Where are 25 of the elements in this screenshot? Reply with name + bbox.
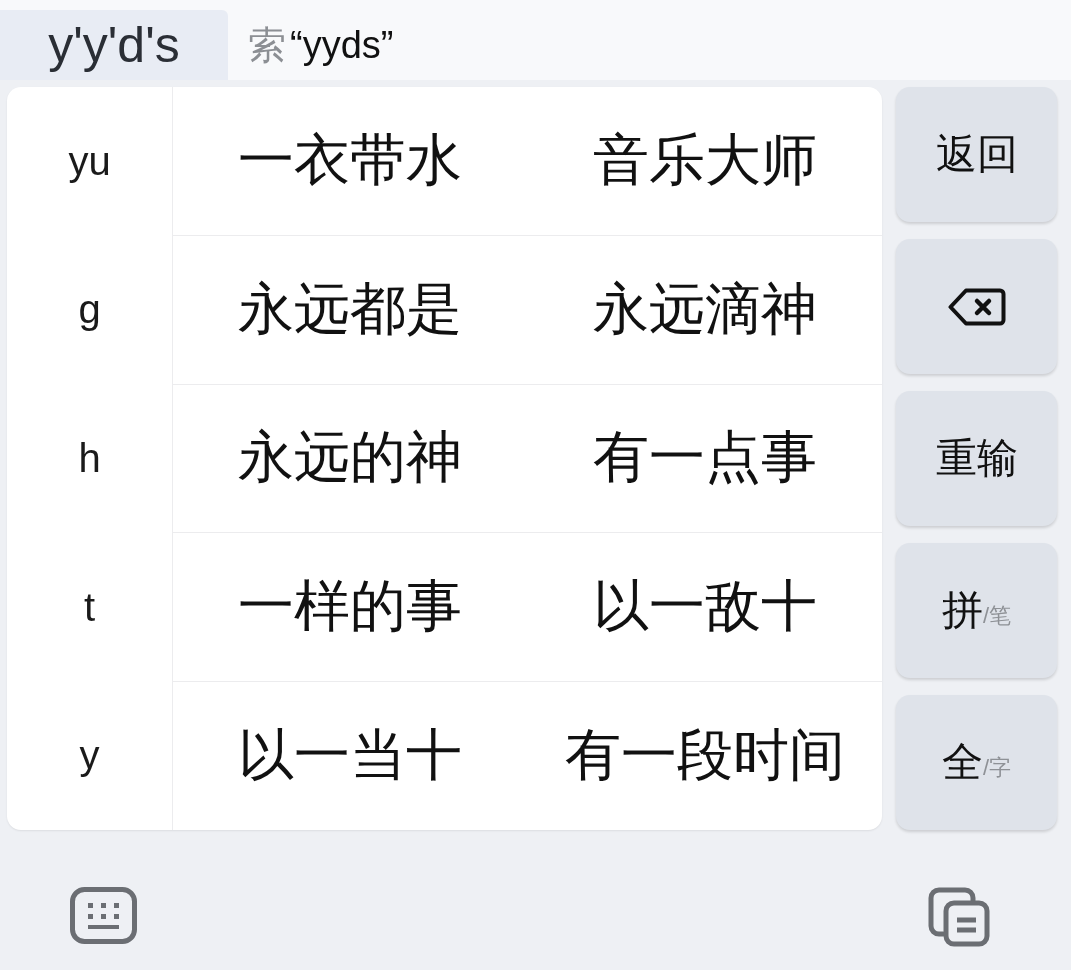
pages-icon[interactable] <box>928 887 990 947</box>
candidate-word[interactable]: 音乐大师 <box>527 87 882 235</box>
keyboard-key[interactable]: 重输 <box>896 391 1057 526</box>
mode-toggle-key[interactable]: 拼/笔 <box>896 543 1057 678</box>
pinyin-filter[interactable]: t <box>7 532 172 682</box>
pinyin-filter[interactable]: yu <box>7 87 172 236</box>
candidate-word[interactable]: 永远滴神 <box>527 235 882 384</box>
candidate-word[interactable]: 一样的事 <box>173 533 528 682</box>
search-suggestion[interactable]: 索“yyds” <box>228 10 394 80</box>
candidate-word[interactable]: 以一当十 <box>173 682 528 830</box>
candidate-word[interactable]: 永远的神 <box>173 384 528 533</box>
candidate-word[interactable]: 有一点事 <box>527 384 882 533</box>
keyboard-key[interactable]: 返回 <box>896 87 1057 222</box>
backspace-key[interactable] <box>896 239 1057 374</box>
backspace-icon <box>947 287 1006 326</box>
pinyin-filter[interactable]: y <box>7 681 172 830</box>
candidate-word[interactable]: 永远都是 <box>173 235 528 384</box>
pinyin-filter[interactable]: g <box>7 235 172 385</box>
candidate-word[interactable]: 一衣带水 <box>173 87 528 235</box>
pinyin-filter[interactable]: h <box>7 384 172 533</box>
keyboard-icon[interactable] <box>70 887 137 944</box>
candidate-word[interactable]: 有一段时间 <box>527 682 882 830</box>
composition-text: y'y'd's <box>0 10 228 80</box>
mode-toggle-key[interactable]: 全/字 <box>896 695 1057 830</box>
candidate-word[interactable]: 以一敌十 <box>527 533 882 682</box>
